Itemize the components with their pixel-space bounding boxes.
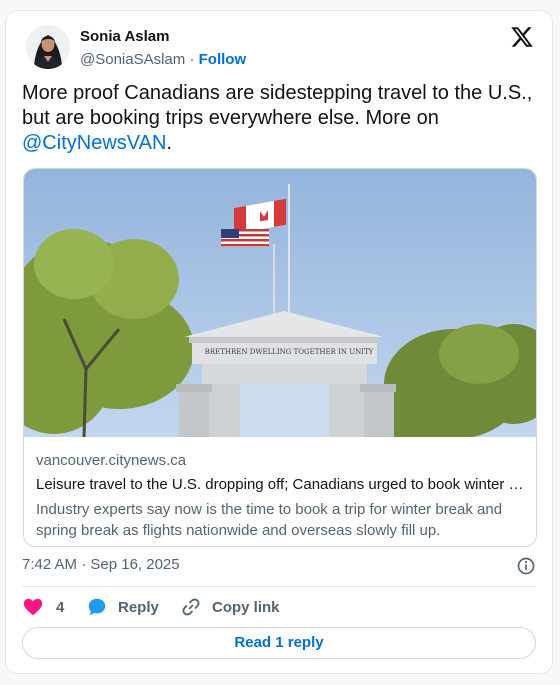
read-replies-button[interactable]: Read 1 reply [22,627,536,659]
divider [22,586,536,587]
tweet-text-end: . [166,132,172,154]
link-description: Industry experts say now is the time to … [36,501,503,539]
x-logo-icon[interactable] [510,25,534,49]
reply-bubble-icon [88,598,106,616]
author-name[interactable]: Sonia Aslam [80,28,169,45]
follow-button[interactable]: Follow [199,51,247,68]
tweet-embed-card: Sonia Aslam @SoniaSAslam · Follow More p… [5,10,553,674]
tweet-text: More proof Canadians are sidestepping tr… [22,81,542,156]
tweet-actions: 4 Reply Copy link [22,595,536,619]
author-avatar[interactable] [26,25,70,69]
mention-link[interactable]: @CityNewsVAN [22,132,166,154]
meta-separator: · [189,51,195,68]
info-icon[interactable] [516,556,536,576]
link-preview-image: BRETHREN DWELLING TOGETHER IN UNITY [24,169,536,437]
copy-link-button[interactable]: Copy link [180,595,280,619]
link-title: Leisure travel to the U.S. dropping off;… [36,476,524,493]
arch-inscription: BRETHREN DWELLING TOGETHER IN UNITY [205,348,374,356]
author-meta: @SoniaSAslam · Follow [80,51,246,68]
heart-icon [23,598,43,616]
like-button[interactable]: 4 [22,595,64,619]
tweet-header: Sonia Aslam @SoniaSAslam · Follow [22,25,536,75]
reply-button[interactable]: Reply [86,595,159,619]
reply-label: Reply [118,598,159,616]
link-preview-meta: vancouver.citynews.ca Leisure travel to … [36,451,524,541]
author-handle[interactable]: @SoniaSAslam [80,51,185,68]
link-icon [182,598,200,616]
link-preview-card[interactable]: BRETHREN DWELLING TOGETHER IN UNITY vanc… [23,168,537,547]
copy-link-label: Copy link [212,598,280,616]
tweet-timestamp[interactable]: 7:42 AM · Sep 16, 2025 [22,556,180,573]
avatar-image [26,25,70,69]
link-domain: vancouver.citynews.ca [36,452,187,469]
like-count: 4 [56,598,65,616]
tweet-text-body: More proof Canadians are sidestepping tr… [22,82,533,129]
